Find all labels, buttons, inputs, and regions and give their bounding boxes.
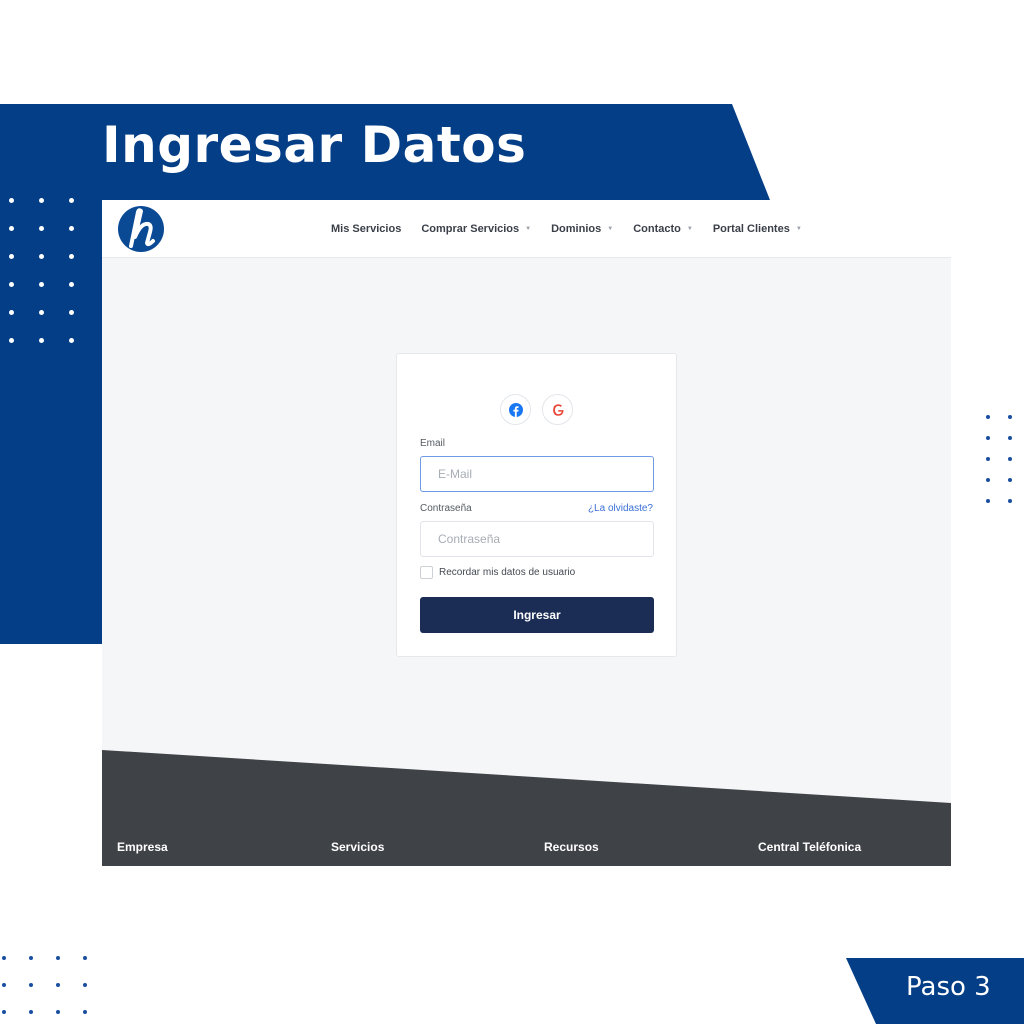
- google-icon: [552, 403, 564, 416]
- footer-heading-recursos: Recursos: [544, 840, 599, 854]
- h-logo-icon[interactable]: [117, 205, 165, 253]
- facebook-login-button[interactable]: [500, 394, 531, 425]
- footer-heading-central-telefonica: Central Teléfonica: [758, 840, 862, 854]
- nav-label: Mis Servicios: [331, 223, 402, 235]
- main-nav: Mis Servicios Comprar Servicios ▼ Domini…: [331, 200, 822, 258]
- email-field[interactable]: [420, 456, 654, 492]
- remember-me-label: Recordar mis datos de usuario: [439, 567, 576, 578]
- social-login: [500, 394, 584, 425]
- footer-heading-empresa: Empresa: [117, 840, 168, 854]
- dot-pattern-right: [986, 415, 1024, 503]
- login-card: Email Contraseña ¿La olvidaste? Recordar…: [396, 353, 677, 657]
- nav-item-mis-servicios[interactable]: Mis Servicios: [331, 223, 401, 235]
- password-label: Contraseña: [420, 503, 472, 514]
- nav-item-comprar-servicios[interactable]: Comprar Servicios ▼: [421, 223, 531, 235]
- login-button[interactable]: Ingresar: [420, 597, 654, 633]
- remember-me-checkbox[interactable]: [420, 566, 433, 579]
- navbar: Mis Servicios Comprar Servicios ▼ Domini…: [102, 200, 951, 258]
- nav-item-dominios[interactable]: Dominios ▼: [551, 223, 613, 235]
- nav-label: Dominios: [551, 223, 602, 235]
- facebook-icon: [508, 402, 523, 417]
- nav-label: Comprar Servicios: [421, 223, 520, 235]
- nav-item-contacto[interactable]: Contacto ▼: [633, 223, 693, 235]
- step-label: Paso 3: [906, 972, 991, 1002]
- password-field[interactable]: [420, 521, 654, 557]
- website-screenshot: Mis Servicios Comprar Servicios ▼ Domini…: [102, 200, 951, 866]
- chevron-down-icon: ▼: [795, 226, 802, 232]
- email-label: Email: [420, 438, 446, 449]
- nav-label: Portal Clientes: [712, 223, 790, 235]
- dot-pattern-bottom: [2, 956, 87, 1014]
- chevron-down-icon: ▼: [525, 226, 532, 232]
- footer-heading-servicios: Servicios: [331, 840, 385, 854]
- page-title: Ingresar Datos: [102, 116, 527, 174]
- remember-me[interactable]: Recordar mis datos de usuario: [420, 566, 575, 579]
- chevron-down-icon: ▼: [607, 226, 614, 232]
- google-login-button[interactable]: [542, 394, 573, 425]
- forgot-password-link[interactable]: ¿La olvidaste?: [588, 503, 653, 514]
- chevron-down-icon: ▼: [686, 226, 693, 232]
- nav-label: Contacto: [633, 223, 681, 235]
- nav-item-portal-clientes[interactable]: Portal Clientes ▼: [713, 223, 802, 235]
- dot-pattern-left: [9, 198, 74, 343]
